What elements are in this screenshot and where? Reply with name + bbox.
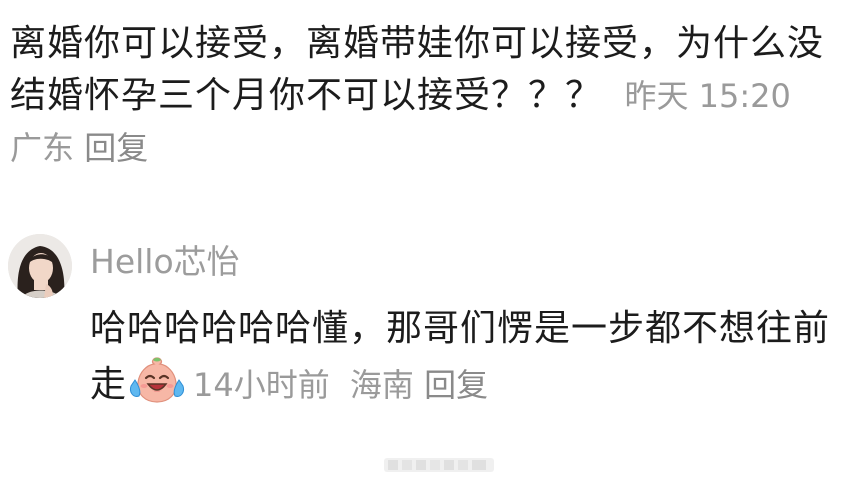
avatar-photo	[8, 234, 72, 298]
comment-time: 昨天 15:20	[624, 77, 791, 115]
watermark-logo	[384, 458, 494, 472]
comment-location: 广东	[10, 129, 75, 167]
reply-meta: 14小时前 海南 回复	[193, 366, 488, 404]
reply-reply-button[interactable]: 回复	[424, 366, 488, 404]
laughing-crying-emoji-icon	[130, 357, 184, 403]
avatar[interactable]	[8, 234, 72, 298]
comment-main: 离婚你可以接受，离婚带娃你可以接受，为什么没结婚怀孕三个月你不可以接受？？？ 昨…	[10, 18, 830, 174]
reply-time: 14小时前	[193, 366, 330, 404]
reply-location: 海南	[349, 366, 414, 404]
reply-username[interactable]: Hello芯怡	[90, 240, 240, 284]
comment-reply-button[interactable]: 回复	[84, 129, 148, 167]
reply-text-block: 哈哈哈哈哈哈懂，那哥们愣是一步都不想往前走 14小时前 海南 回复	[90, 302, 860, 412]
